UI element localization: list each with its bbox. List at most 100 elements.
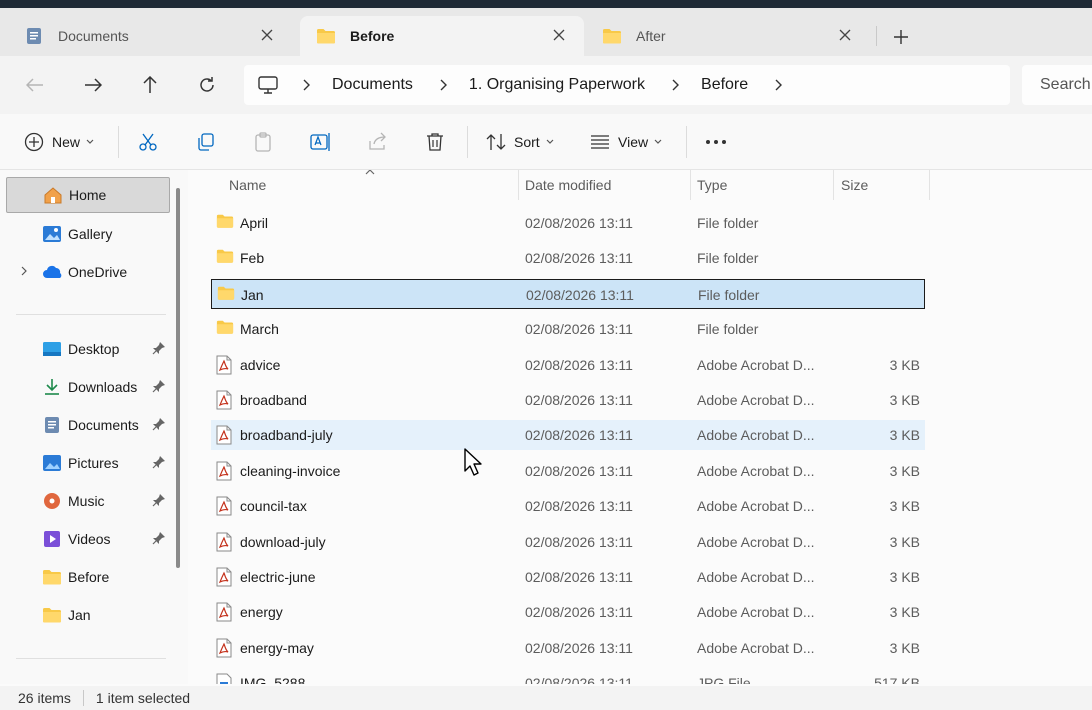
file-size: 3 KB — [889, 639, 920, 656]
file-size: 3 KB — [889, 569, 920, 585]
sidebar-item-jan[interactable]: Jan — [6, 597, 170, 633]
table-row[interactable]: broadband-july 02/08/2026 13:11 Adobe Acro… — [211, 420, 925, 451]
sort-button[interactable]: Sort — [486, 128, 554, 156]
home-icon — [43, 185, 63, 205]
column-divider[interactable] — [929, 170, 930, 200]
sidebar-item-videos[interactable]: Videos — [6, 521, 170, 557]
tab-before[interactable]: Before — [300, 16, 584, 56]
search-input[interactable]: Search — [1022, 65, 1092, 105]
sidebar-item-music[interactable]: Music — [6, 483, 170, 519]
sidebar-item-desktop[interactable]: Desktop — [6, 331, 170, 367]
more-options-button[interactable] — [705, 128, 727, 156]
refresh-button[interactable] — [190, 68, 224, 102]
sidebar-item-label: Before — [68, 569, 110, 585]
sidebar-item-home[interactable]: Home — [6, 177, 170, 213]
file-name: IMG_5288 — [240, 675, 306, 684]
arrow-right-icon — [85, 78, 102, 92]
close-icon[interactable] — [836, 26, 854, 44]
image-file-icon — [216, 673, 234, 684]
table-row[interactable]: broadband 02/08/2026 13:11 Adobe Acrobat D… — [211, 385, 925, 415]
sort-ascending-icon — [365, 170, 375, 175]
share-button[interactable] — [368, 128, 388, 156]
back-button[interactable] — [18, 68, 52, 102]
file-name: energy — [240, 604, 283, 621]
file-name: April — [240, 215, 269, 231]
pictures-icon — [42, 453, 62, 473]
tab-documents[interactable]: Documents — [8, 16, 292, 56]
column-header-size[interactable]: Size — [841, 170, 868, 200]
tab-after[interactable]: After — [586, 16, 870, 56]
table-row[interactable]: energy 02/08/2026 13:11 Adobe Acrobat D...… — [211, 597, 925, 627]
table-row[interactable]: Feb 02/08/2026 13:11 File folder — [211, 243, 925, 273]
folder-icon — [217, 285, 235, 305]
file-type: Adobe Acrobat D... — [697, 569, 815, 585]
file-type: JPG File — [697, 675, 751, 684]
table-row[interactable]: cleaning-invoice 02/08/2026 13:11 Adobe Ac… — [211, 456, 925, 486]
breadcrumb-item[interactable]: Before — [701, 76, 748, 94]
file-date: 02/08/2026 13:11 — [525, 675, 633, 684]
file-date: 02/08/2026 13:11 — [525, 604, 633, 621]
cut-button[interactable] — [138, 128, 158, 156]
column-header-name[interactable]: Name — [229, 170, 266, 200]
column-divider[interactable] — [833, 170, 834, 200]
tab-bar: Documents Before After — [0, 8, 1092, 56]
copy-button[interactable] — [196, 128, 216, 156]
table-row[interactable]: energy-may 02/08/2026 13:11 Adobe Acrobat … — [211, 633, 925, 663]
table-row[interactable]: download-july 02/08/2026 13:11 Adobe Acrob… — [211, 527, 925, 557]
delete-button[interactable] — [426, 128, 444, 156]
column-divider[interactable] — [518, 170, 519, 200]
share-icon — [369, 132, 386, 150]
table-row[interactable]: advice 02/08/2026 13:11 Adobe Acrobat D...… — [211, 350, 925, 380]
pin-icon — [152, 418, 165, 431]
column-divider[interactable] — [690, 170, 691, 200]
sidebar-item-before[interactable]: Before — [6, 559, 170, 595]
item-count: 26 items — [18, 690, 71, 706]
pin-icon — [152, 342, 165, 355]
paste-button[interactable] — [253, 128, 273, 156]
toolbar-divider — [467, 126, 468, 158]
new-button[interactable]: New — [24, 128, 94, 156]
chevron-right-icon[interactable] — [768, 79, 790, 91]
table-row[interactable]: Jan 02/08/2026 13:11 File folder — [211, 278, 925, 309]
more-icon — [706, 140, 726, 144]
table-row[interactable]: March 02/08/2026 13:11 File folder — [211, 314, 925, 344]
tab-label: After — [636, 28, 666, 44]
table-row[interactable]: April 02/08/2026 13:11 File folder — [211, 208, 925, 238]
address-bar[interactable]: Documents 1. Organising Paperwork Before — [244, 65, 1010, 105]
toolbar-divider — [118, 126, 119, 158]
new-tab-button[interactable] — [888, 24, 914, 50]
sidebar-item-pictures[interactable]: Pictures — [6, 445, 170, 481]
copy-icon — [198, 133, 214, 151]
forward-button[interactable] — [76, 68, 110, 102]
column-header-date[interactable]: Date modified — [525, 170, 611, 200]
chevron-right-icon[interactable] — [296, 79, 318, 91]
file-type: Adobe Acrobat D... — [697, 462, 815, 479]
breadcrumb-item[interactable]: Documents — [332, 76, 413, 94]
chevron-right-icon — [21, 266, 27, 276]
close-icon[interactable] — [258, 26, 276, 44]
view-button[interactable]: View — [590, 128, 662, 156]
chevron-right-icon[interactable] — [433, 79, 455, 91]
sidebar-item-downloads[interactable]: Downloads — [6, 369, 170, 405]
column-header-type[interactable]: Type — [697, 170, 727, 200]
file-name: Feb — [240, 250, 265, 267]
table-row[interactable]: electric-june 02/08/2026 13:11 Adobe Acrob… — [211, 562, 925, 592]
sidebar-scrollbar[interactable] — [176, 188, 180, 568]
sidebar-item-onedrive[interactable]: OneDrive — [6, 254, 170, 290]
up-button[interactable] — [133, 68, 167, 102]
table-row[interactable]: council-tax 02/08/2026 13:11 Adobe Acrobat… — [211, 491, 925, 521]
rename-button[interactable] — [310, 128, 332, 156]
plus-icon — [894, 30, 908, 44]
pdf-file-icon — [216, 638, 234, 658]
table-row[interactable]: IMG_5288 02/08/2026 13:11 JPG File 517 KB — [211, 668, 925, 684]
navigation-pane: Home Gallery OneDrive Desktop Downloads … — [0, 170, 188, 684]
file-type: File folder — [697, 215, 759, 231]
sidebar-item-documents[interactable]: Documents — [6, 407, 170, 443]
breadcrumb-item[interactable]: 1. Organising Paperwork — [469, 76, 645, 94]
close-icon[interactable] — [550, 26, 568, 44]
file-type: File folder — [697, 250, 759, 267]
sidebar-item-label: Desktop — [68, 341, 120, 357]
chevron-right-icon[interactable] — [665, 79, 687, 91]
sidebar-item-gallery[interactable]: Gallery — [6, 216, 170, 252]
file-date: 02/08/2026 13:11 — [525, 427, 633, 444]
